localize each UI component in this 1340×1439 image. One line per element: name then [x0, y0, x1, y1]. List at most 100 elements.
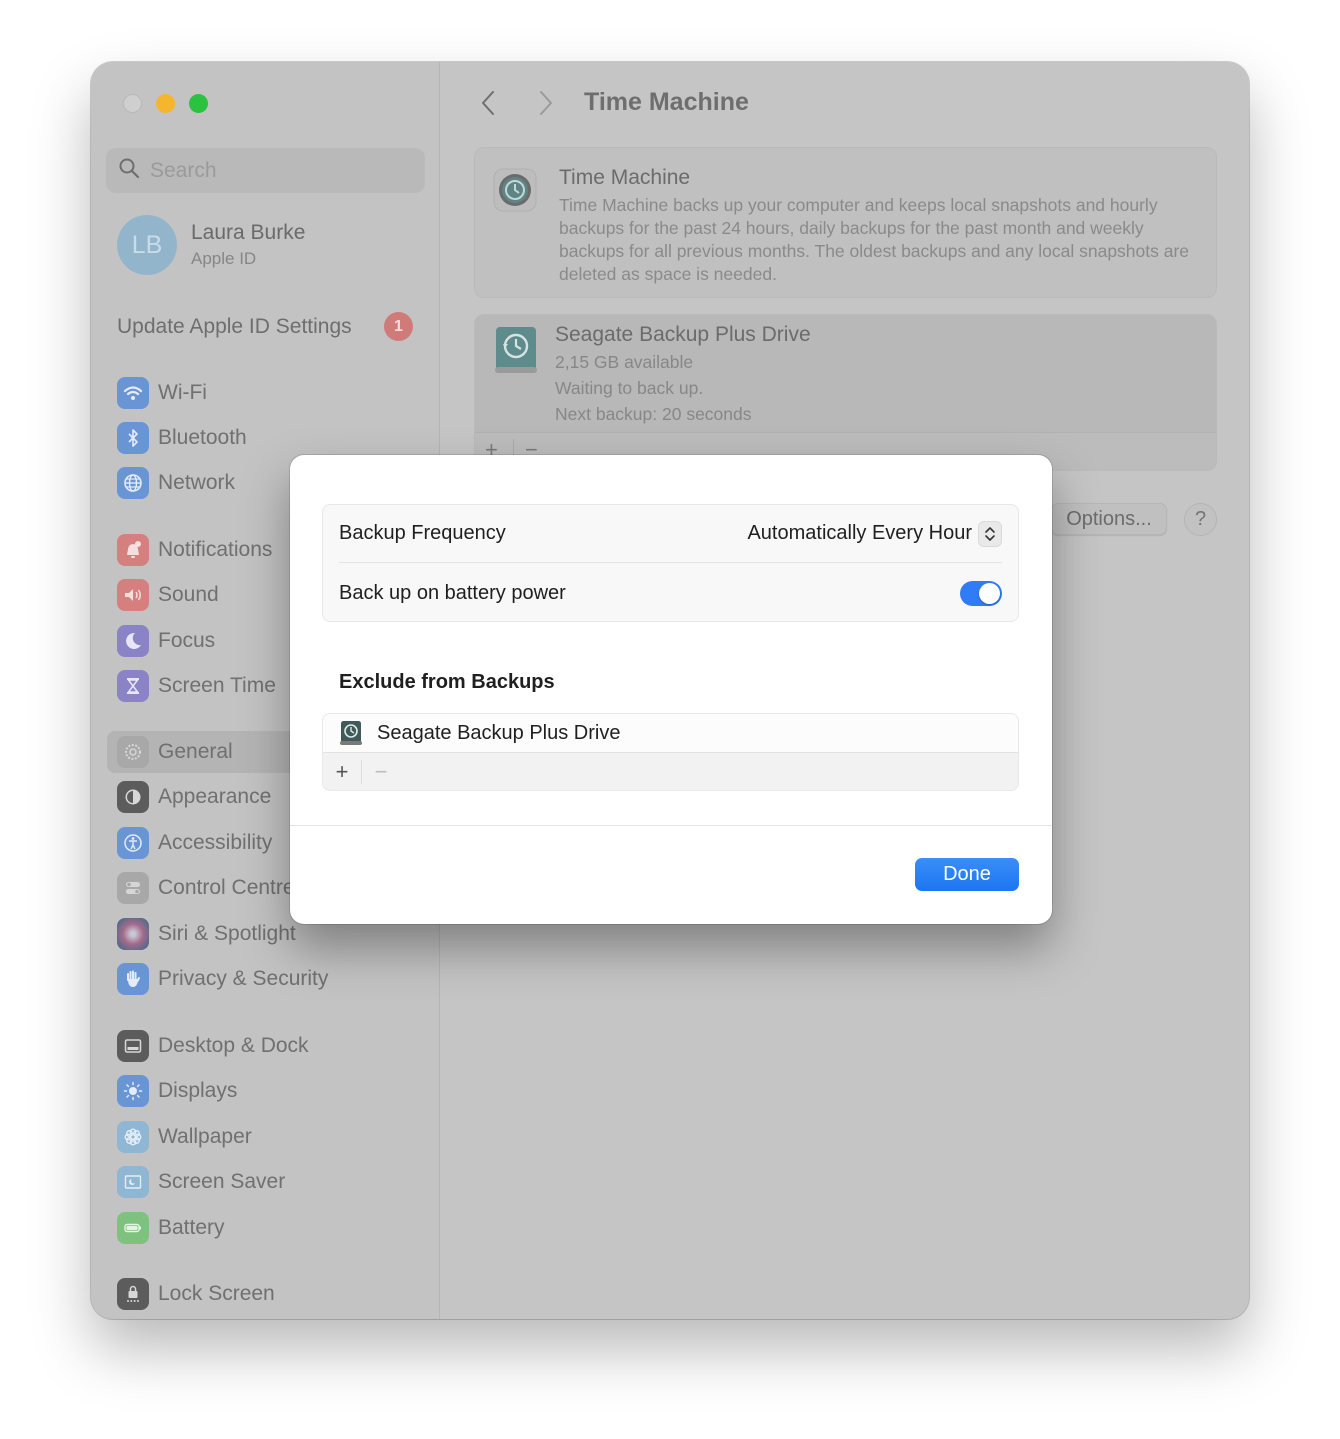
sidebar-item-label: Accessibility	[158, 831, 273, 854]
exclude-section-title: Exclude from Backups	[339, 671, 555, 693]
speaker-icon	[117, 579, 149, 611]
search-field[interactable]	[106, 148, 425, 193]
backup-drive-icon	[339, 720, 363, 746]
battery-power-toggle[interactable]	[960, 580, 1002, 606]
maximize-button[interactable]	[189, 94, 208, 113]
sidebar-item-label: Bluetooth	[158, 426, 247, 449]
profile-name: Laura Burke	[191, 221, 306, 244]
dock-icon	[117, 1030, 149, 1062]
sun-icon	[117, 1075, 149, 1107]
battery-power-label: Back up on battery power	[339, 581, 566, 604]
sidebar-item-wallpaper[interactable]: Wallpaper	[107, 1116, 429, 1158]
sidebar-item-label: Focus	[158, 629, 216, 652]
sidebar-item-wifi[interactable]: Wi-Fi	[107, 372, 429, 414]
sidebar-item-label: Wallpaper	[158, 1125, 252, 1148]
sidebar-item-label: Displays	[158, 1079, 238, 1102]
sidebar-item-bluetooth[interactable]: Bluetooth	[107, 417, 429, 459]
minimize-button[interactable]	[156, 94, 175, 113]
drive-status: Waiting to back up.	[555, 378, 704, 398]
avatar: LB	[117, 215, 177, 275]
chevron-up-down-icon[interactable]	[978, 520, 1002, 547]
info-title: Time Machine	[559, 166, 691, 189]
help-button[interactable]: ?	[1184, 503, 1217, 536]
chevron-right-icon	[540, 91, 552, 115]
sidebar-item-label: Network	[158, 471, 236, 494]
options-sheet: Backup Frequency Automatically Every Hou…	[290, 455, 1052, 924]
sidebar-item-label: Battery	[158, 1216, 225, 1239]
sidebar-item-displays[interactable]: Displays	[107, 1070, 429, 1112]
gear-icon	[117, 736, 149, 768]
wifi-icon	[117, 377, 149, 409]
backup-frequency-select[interactable]: Automatically Every Hour	[747, 520, 1002, 547]
sidebar-item-label: Screen Time	[158, 674, 276, 697]
screensaver-icon	[117, 1166, 149, 1198]
sidebar-item-label: Wi-Fi	[158, 381, 207, 404]
sheet-divider	[290, 825, 1052, 826]
sidebar-item-privacy-security[interactable]: Privacy & Security	[107, 958, 429, 1000]
drive-available: 2,15 GB available	[555, 352, 694, 372]
done-button[interactable]: Done	[915, 858, 1019, 891]
accessibility-icon	[117, 827, 149, 859]
sidebar-item-label: General	[158, 740, 233, 763]
search-icon	[118, 157, 140, 184]
exclude-list: Seagate Backup Plus Drive + −	[322, 713, 1019, 791]
backup-frequency-row: Backup Frequency Automatically Every Hou…	[339, 505, 1002, 563]
remove-exclusion-button[interactable]: −	[362, 753, 400, 791]
update-apple-id-settings[interactable]: Update Apple ID Settings 1	[117, 312, 413, 341]
backup-frequency-label: Backup Frequency	[339, 522, 506, 544]
sidebar-item-lock-screen[interactable]: Lock Screen	[107, 1273, 429, 1315]
backup-drive-icon	[493, 325, 539, 375]
sidebar-item-label: Appearance	[158, 785, 272, 808]
search-input[interactable]	[150, 158, 410, 183]
list-item[interactable]: Seagate Backup Plus Drive	[323, 714, 1018, 753]
moon-icon	[117, 625, 149, 657]
page-title: Time Machine	[584, 88, 749, 116]
hourglass-icon	[117, 670, 149, 702]
sidebar-item-label: Siri & Spotlight	[158, 922, 296, 945]
bluetooth-icon	[117, 422, 149, 454]
forward-button[interactable]	[533, 88, 559, 118]
chevron-left-icon	[482, 91, 494, 115]
sidebar-item-label: Screen Saver	[158, 1170, 286, 1193]
apple-id-profile[interactable]: LB Laura Burke Apple ID	[117, 215, 305, 275]
bell-icon	[117, 534, 149, 566]
siri-icon	[117, 918, 149, 950]
time-machine-info-card: Time Machine Time Machine backs up your …	[474, 147, 1217, 298]
exclude-list-toolbar: + −	[323, 753, 1018, 790]
lock-icon	[117, 1278, 149, 1310]
navigation-arrows	[475, 88, 559, 118]
drive-next-backup: Next backup: 20 seconds	[555, 404, 752, 424]
backup-settings-group: Backup Frequency Automatically Every Hou…	[322, 504, 1019, 622]
sidebar-item-screen-saver[interactable]: Screen Saver	[107, 1161, 429, 1203]
time-machine-icon	[493, 168, 537, 212]
info-description: Time Machine backs up your computer and …	[559, 195, 1190, 284]
update-label: Update Apple ID Settings	[117, 314, 352, 338]
flower-icon	[117, 1121, 149, 1153]
sidebar-item-label: Privacy & Security	[158, 967, 329, 990]
add-exclusion-button[interactable]: +	[323, 753, 361, 791]
window-controls	[123, 94, 208, 113]
sidebar-item-desktop-dock[interactable]: Desktop & Dock	[107, 1025, 429, 1067]
battery-icon	[117, 1212, 149, 1244]
backup-disk-card[interactable]: Seagate Backup Plus Drive 2,15 GB availa…	[474, 314, 1217, 471]
close-button[interactable]	[123, 94, 142, 113]
toggles-icon	[117, 872, 149, 904]
sidebar-item-label: Lock Screen	[158, 1282, 275, 1305]
sidebar-item-label: Notifications	[158, 538, 273, 561]
back-button[interactable]	[475, 88, 501, 118]
sidebar-item-battery[interactable]: Battery	[107, 1207, 429, 1249]
globe-icon	[117, 467, 149, 499]
options-button[interactable]: Options...	[1051, 503, 1167, 535]
notification-badge: 1	[384, 312, 413, 341]
backup-frequency-value: Automatically Every Hour	[747, 522, 972, 544]
sidebar-item-label: Desktop & Dock	[158, 1034, 309, 1057]
sidebar-item-label: Control Centre	[158, 876, 295, 899]
excluded-item-name: Seagate Backup Plus Drive	[377, 721, 621, 744]
hand-icon	[117, 963, 149, 995]
battery-power-row: Back up on battery power	[339, 564, 1002, 622]
drive-name: Seagate Backup Plus Drive	[555, 323, 811, 346]
sidebar-item-label: Sound	[158, 583, 219, 606]
toggle-knob	[979, 582, 1000, 604]
appearance-icon	[117, 781, 149, 813]
profile-subtitle: Apple ID	[191, 249, 257, 268]
